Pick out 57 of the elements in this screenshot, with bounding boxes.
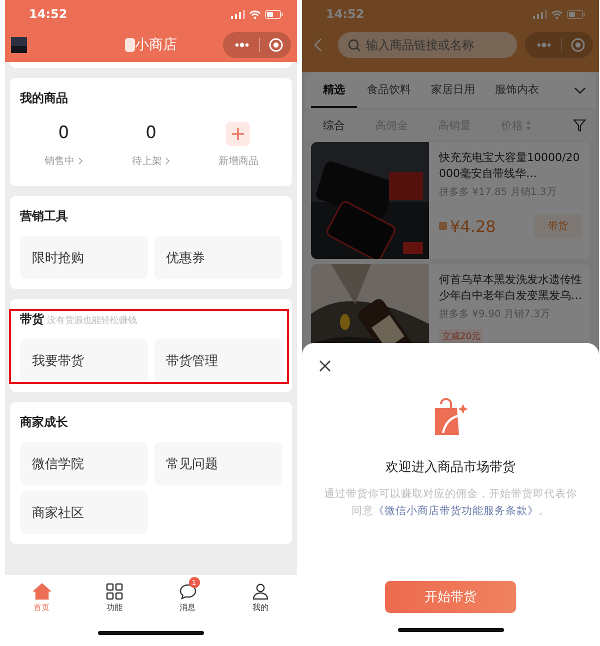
close-icon[interactable] (319, 360, 331, 372)
sort-icon (526, 120, 531, 130)
section-title: 营销工具 (20, 208, 68, 225)
section-title: 我的商品 (20, 90, 68, 107)
target-icon[interactable] (571, 38, 585, 52)
chevron-icon (164, 157, 170, 165)
more-icon[interactable] (234, 42, 250, 48)
home-icon (32, 582, 50, 600)
commission-price: ¥4.28 (450, 216, 496, 236)
battery-icon (265, 10, 283, 18)
tab-bar-item[interactable]: 我的 (224, 575, 297, 620)
grid-icon (106, 582, 123, 600)
commission-icon (439, 222, 447, 230)
discount-tag: 立减20元 (439, 329, 484, 344)
chevron-icon (78, 157, 83, 165)
person-icon (252, 582, 269, 600)
tab-bar-item[interactable]: 功能 (78, 575, 151, 620)
status-time: 14:52 (29, 7, 68, 21)
category-tab[interactable]: 服饰内衣 (495, 72, 539, 108)
menu-tile[interactable]: 优惠券 (154, 236, 282, 279)
start-button[interactable]: 开始带货 (385, 581, 516, 613)
stat-value: 0 (146, 122, 156, 144)
add-product-label: 新增商品 (218, 154, 258, 168)
section-title: 商家成长 (20, 414, 68, 431)
sheet-title: 欢迎进入商品市场带货 (386, 459, 516, 476)
product-title: 快充充电宝大容量10000/20000毫安自带线华… (439, 150, 581, 182)
target-icon[interactable] (269, 38, 283, 52)
sort-option[interactable]: 综合 (323, 118, 345, 132)
terms-link[interactable]: 《微信小商店带货功能服务条款》 (374, 505, 538, 517)
section-subtitle: 没有货源也能轻松赚钱 (47, 314, 137, 327)
menu-tile[interactable]: 我要带货 (20, 339, 148, 382)
expand-icon[interactable] (574, 86, 586, 94)
filter-icon[interactable] (573, 118, 586, 132)
stat-link[interactable]: 销售中 (44, 154, 83, 168)
category-tab[interactable]: 家居日用 (431, 72, 475, 108)
section-title: 带货 (20, 311, 44, 328)
page-title: 小商店 (135, 36, 177, 54)
add-icon[interactable] (226, 122, 250, 146)
status-time: 14:52 (326, 7, 364, 21)
menu-tile[interactable]: 带货管理 (154, 339, 282, 382)
tab-bar-item[interactable]: 首页 (5, 575, 78, 620)
wifi-icon (551, 10, 563, 18)
search-icon (348, 39, 361, 52)
terms-text: 通过带货你可以赚取对应的佣金，开始带货即代表你同意《微信小商店带货功能服务条款》。 (323, 487, 578, 519)
stat-value: 0 (58, 122, 70, 144)
product-title: 何首乌草本黑发洗发水遗传性少年白中老年白发变黑发乌… (439, 272, 582, 304)
blur-mark (125, 37, 135, 53)
wifi-icon (249, 10, 261, 18)
signal-icon (231, 10, 245, 18)
battery-icon (567, 10, 585, 18)
category-tab[interactable]: 食品饮料 (367, 72, 411, 108)
more-icon[interactable] (536, 42, 552, 48)
menu-tile[interactable]: 微信学院 (20, 442, 148, 485)
menu-tile[interactable]: 限时抢购 (20, 236, 148, 279)
menu-tile[interactable]: 商家社区 (20, 491, 148, 534)
menu-tile[interactable]: 常见问题 (154, 442, 282, 485)
stat-link[interactable]: 待上架 (132, 154, 170, 168)
